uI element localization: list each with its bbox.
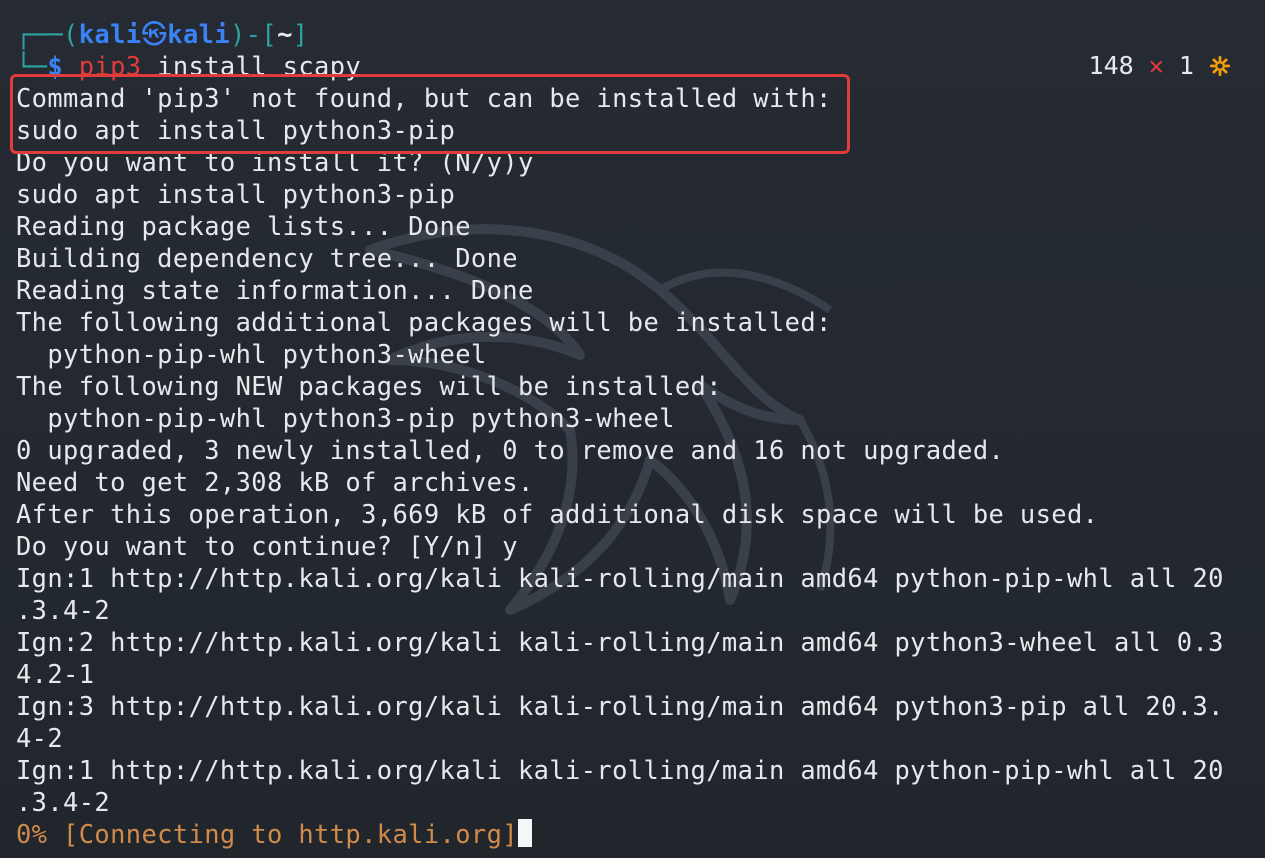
text-cursor — [517, 819, 532, 847]
prompt-frame-left: ┌──( — [16, 19, 79, 49]
output-line: Reading package lists... Done — [16, 211, 471, 241]
progress-line: 0% [Connecting to http.kali.org] — [16, 818, 532, 850]
output-line: python-pip-whl python3-pip python3-wheel — [16, 403, 675, 433]
output-line: Do you want to continue? [Y/n] y — [16, 531, 518, 561]
output-line: .3.4-2 — [16, 595, 111, 625]
output-line: Ign:1 http://http.kali.org/kali kali-rol… — [16, 755, 1224, 785]
output-line: Ign:2 http://http.kali.org/kali kali-rol… — [16, 627, 1224, 657]
prompt-frame-right: ] — [292, 19, 309, 49]
prompt-separator: ㉿ — [141, 19, 168, 49]
output-line: .3.4-2 — [16, 787, 111, 817]
gear-icon — [1209, 55, 1231, 77]
prompt-line-1: ┌──(kali㉿kali)-[~] — [16, 18, 308, 50]
output-line: Ign:1 http://http.kali.org/kali kali-rol… — [16, 563, 1224, 593]
output-line: Building dependency tree... Done — [16, 243, 518, 273]
output-line: Ign:3 http://http.kali.org/kali kali-rol… — [16, 691, 1224, 721]
prompt-frame-mid: )-[ — [230, 19, 278, 49]
output-line: sudo apt install python3-pip — [16, 179, 456, 209]
output-line: The following additional packages will b… — [16, 307, 832, 337]
output-line: Need to get 2,308 kB of archives. — [16, 467, 534, 497]
exit-status: 148 ✕ 1 — [1089, 50, 1231, 82]
progress-text: 0% [Connecting to http.kali.org] — [16, 819, 518, 849]
output-line: 4-2 — [16, 723, 64, 753]
prompt-host: kali — [167, 19, 231, 49]
output-line: After this operation, 3,669 kB of additi… — [16, 499, 1099, 529]
prompt-user: kali — [78, 19, 142, 49]
error-x-icon: ✕ — [1148, 51, 1164, 80]
status-count: 148 — [1088, 51, 1134, 80]
output-line: The following NEW packages will be insta… — [16, 371, 722, 401]
output-line: 4.2-1 — [16, 659, 95, 689]
annotation-highlight-box — [10, 74, 850, 154]
output-line: Reading state information... Done — [16, 275, 534, 305]
output-line: 0 upgraded, 3 newly installed, 0 to remo… — [16, 435, 1005, 465]
output-line: python-pip-whl python3-wheel — [16, 339, 487, 369]
prompt-dir: ~ — [277, 19, 293, 49]
status-number: 1 — [1178, 51, 1194, 80]
terminal-window[interactable]: ┌──(kali㉿kali)-[~] └─$ pip3 install scap… — [0, 0, 1265, 858]
